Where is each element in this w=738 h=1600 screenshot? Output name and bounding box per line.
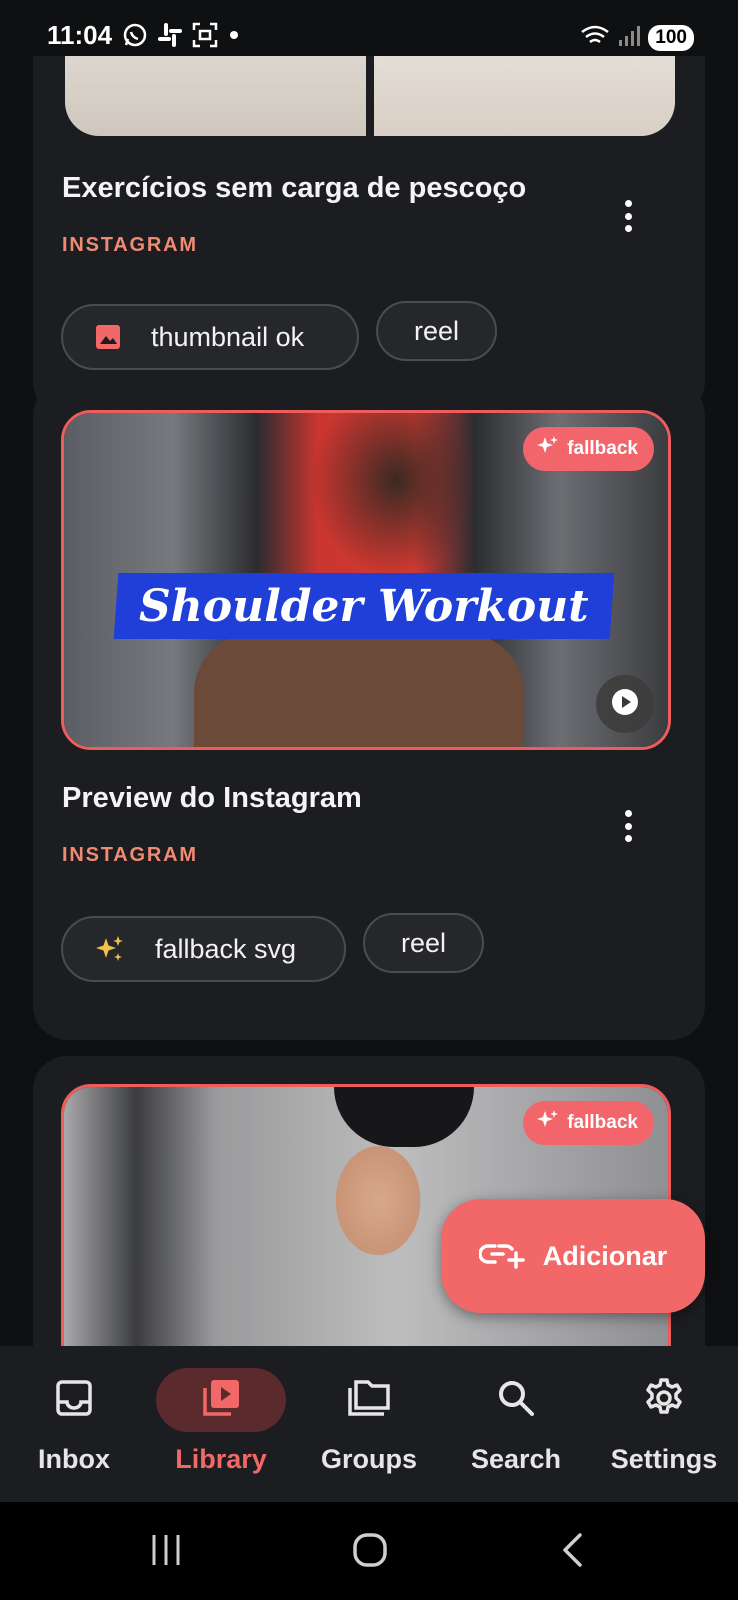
- battery-indicator: 100: [648, 24, 694, 51]
- recent-apps-button[interactable]: [150, 1532, 184, 1573]
- card-thumbnail[interactable]: [65, 56, 675, 136]
- add-button-label: Adicionar: [542, 1240, 668, 1271]
- library-list[interactable]: Exercícios sem carga de pescoço INSTAGRA…: [0, 56, 738, 1346]
- chip-thumbnail-status[interactable]: thumbnail ok: [61, 304, 359, 370]
- chip-label: reel: [401, 927, 447, 958]
- media-text: Shoulder Workout: [139, 580, 589, 632]
- nav-label: Settings: [610, 1444, 718, 1474]
- badge-label: fallback: [567, 438, 638, 459]
- back-button[interactable]: [560, 1532, 586, 1573]
- gear-icon: [643, 1377, 685, 1424]
- play-icon: [610, 687, 640, 722]
- chip-label: thumbnail ok: [151, 321, 305, 352]
- signal-icon: [618, 22, 641, 53]
- nav-item-settings[interactable]: Settings: [590, 1368, 738, 1488]
- card-media-preview[interactable]: Shoulder Workout fallback: [61, 410, 671, 750]
- fallback-badge: fallback: [523, 1101, 654, 1145]
- wifi-icon: [580, 22, 610, 53]
- chip-thumbnail-status[interactable]: fallback svg: [61, 916, 346, 982]
- home-icon: [352, 1533, 388, 1572]
- dot-icon: [227, 22, 241, 53]
- play-button[interactable]: [596, 675, 654, 733]
- screenshot-icon: [192, 22, 218, 53]
- sparkle-icon: [537, 1109, 559, 1137]
- library-card[interactable]: Exercícios sem carga de pescoço INSTAGRA…: [33, 56, 705, 416]
- badge-label: fallback: [567, 1112, 638, 1133]
- chip-tag[interactable]: reel: [376, 301, 498, 361]
- nav-label: Search: [470, 1444, 562, 1474]
- card-source: INSTAGRAM: [62, 234, 198, 256]
- nav-item-groups[interactable]: Groups: [295, 1368, 443, 1488]
- whatsapp-icon: [122, 22, 148, 53]
- sparkle-icon: [95, 934, 125, 964]
- fallback-badge: fallback: [523, 427, 654, 471]
- nav-item-search[interactable]: Search: [442, 1368, 590, 1488]
- card-title: Preview do Instagram: [62, 782, 362, 814]
- chip-label: reel: [414, 315, 460, 346]
- card-source: INSTAGRAM: [62, 844, 198, 866]
- nav-item-inbox[interactable]: Inbox: [0, 1368, 148, 1488]
- inbox-icon: [54, 1378, 94, 1423]
- status-bar: 11:04 100: [0, 0, 738, 56]
- bottom-navigation: Inbox Library Groups Search Settings: [0, 1346, 738, 1502]
- status-notification-icons: [122, 22, 241, 53]
- home-button[interactable]: [352, 1532, 388, 1573]
- card-menu-button[interactable]: [613, 806, 643, 846]
- slack-icon: [157, 22, 183, 53]
- nav-label: Groups: [320, 1444, 417, 1474]
- status-time: 11:04: [47, 20, 113, 50]
- nav-label: Library: [175, 1444, 267, 1474]
- library-card[interactable]: Shoulder Workout fallback Preview do Ins…: [33, 382, 705, 1040]
- image-icon: [95, 324, 121, 350]
- back-icon: [560, 1533, 586, 1572]
- library-icon: [199, 1376, 243, 1425]
- chip-tag[interactable]: reel: [363, 913, 485, 973]
- nav-label: Inbox: [38, 1444, 110, 1474]
- chip-label: fallback svg: [155, 933, 297, 964]
- system-navigation-bar: [0, 1502, 738, 1600]
- search-icon: [496, 1378, 536, 1423]
- folders-icon: [346, 1378, 392, 1423]
- add-button[interactable]: Adicionar: [441, 1199, 705, 1313]
- card-menu-button[interactable]: [613, 196, 643, 236]
- recent-apps-icon: [150, 1535, 184, 1572]
- nav-item-library[interactable]: Library: [147, 1368, 295, 1488]
- status-system-icons: 100: [580, 22, 694, 53]
- card-title: Exercícios sem carga de pescoço: [62, 172, 527, 204]
- add-link-icon: [478, 1239, 525, 1274]
- sparkle-icon: [537, 435, 559, 463]
- media-banner: Shoulder Workout: [113, 573, 615, 639]
